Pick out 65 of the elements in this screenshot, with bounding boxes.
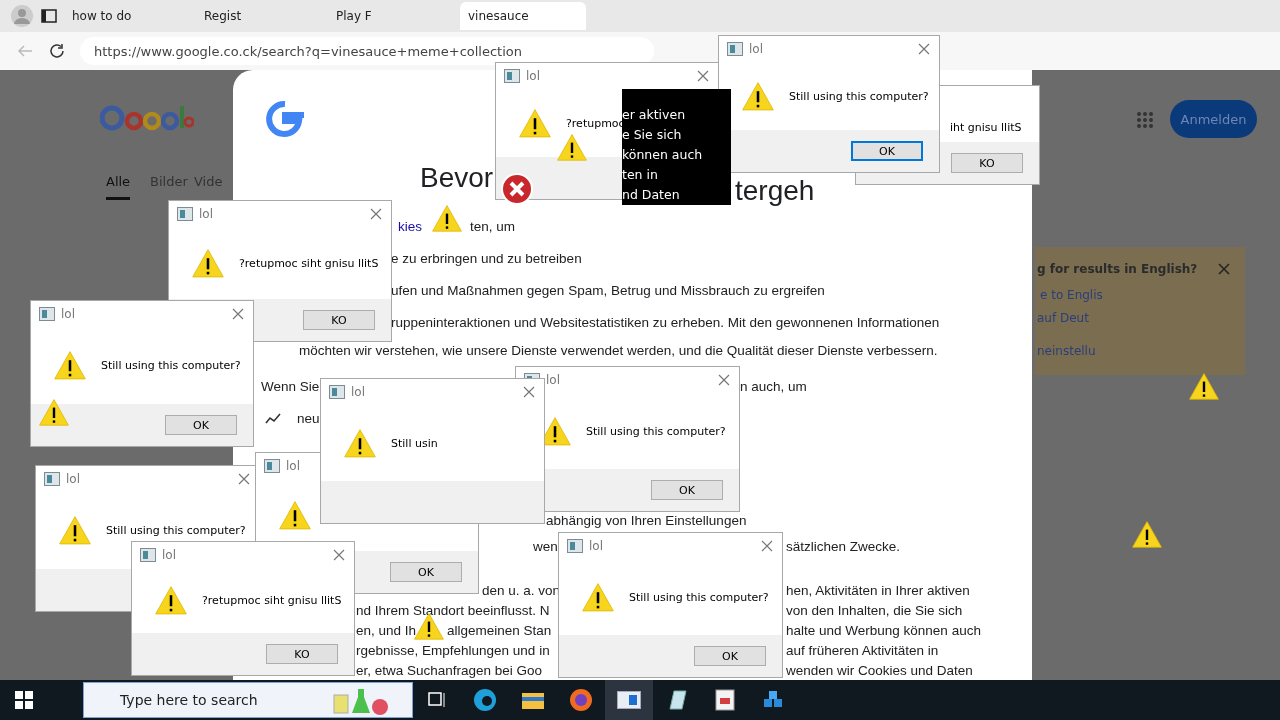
- dialog-title: lol: [749, 42, 764, 56]
- taskbar-search-field[interactable]: Type here to search: [83, 682, 413, 718]
- glitch-text: nd Daten: [622, 186, 681, 204]
- dialog-message: Still using this computer?: [629, 590, 769, 604]
- browser-tab[interactable]: how to do: [64, 2, 190, 30]
- consent-text: n auch, um: [740, 379, 807, 394]
- dialog-title: lol: [589, 539, 604, 553]
- dialog-button[interactable]: OK: [694, 646, 766, 666]
- consent-text: en, und Ih: [356, 623, 417, 638]
- consent-text: e zu erbringen und zu betreiben: [391, 251, 582, 266]
- consent-text: rgebnisse, Empfehlungen und in: [356, 643, 550, 658]
- glitch-text: er aktiven: [622, 106, 687, 124]
- consent-title: Bevor: [420, 162, 494, 194]
- consent-text: wen: [533, 539, 558, 554]
- dialog-message: Still using this computer?: [586, 424, 726, 438]
- dialog-message: Still using this computer?: [789, 89, 929, 103]
- consent-text: ufen und Maßnahmen gegen Spam, Betrug und Missbrauch zu ergreifen: [391, 283, 825, 298]
- dialog-button[interactable]: OK: [651, 480, 723, 500]
- dialog-message: ?retupmoc siht gnisu llitS: [239, 256, 379, 270]
- dialog-title: lol: [66, 472, 81, 486]
- consent-text: neu: [297, 411, 320, 426]
- consent-text: hen, Aktivitäten in Ihrer aktiven: [786, 583, 970, 598]
- consent-text: auf früheren Aktivitäten in: [786, 643, 939, 658]
- consent-text: allgemeinen Stan: [447, 623, 552, 638]
- dialog-message: ?retupmoc siht gnisu llitS: [202, 594, 342, 607]
- browser-tab[interactable]: Play F: [328, 2, 454, 30]
- cookies-link[interactable]: kies: [398, 219, 422, 234]
- dialog-message: iht gnisu llitS: [950, 120, 1022, 134]
- glitch-text: e Sie sich: [622, 126, 683, 144]
- dialog-button[interactable]: OK: [390, 562, 462, 582]
- consent-text: abhängig von Ihren Einstellungen: [546, 513, 747, 528]
- consent-text: er, etwa Suchanfragen bei Goo: [356, 663, 543, 678]
- dialog-button[interactable]: KO: [266, 644, 338, 664]
- consent-text: halte und Werbung können auch: [786, 623, 981, 638]
- consent-text: ruppeninteraktionen und Websitestatistiken zu erheben. Mit den gewonnenen Informationen: [391, 315, 940, 330]
- dialog-title: lol: [162, 548, 177, 562]
- address-bar[interactable]: https://www.google.co.ck/search?q=vinesauce+meme+collection: [80, 37, 654, 65]
- consent-text: wenden wir Cookies und Daten: [786, 663, 973, 678]
- search-placeholder: Type here to search: [120, 692, 258, 708]
- dialog-title: lol: [61, 307, 76, 321]
- consent-text: Wenn Sie: [261, 379, 320, 394]
- dialog-title: lol: [546, 373, 561, 387]
- consent-text: sätzlichen Zwecke.: [786, 539, 901, 554]
- dialog-message: Still using this computer?: [106, 524, 246, 537]
- dialog-title: lol: [199, 207, 214, 221]
- glitch-text: können auch: [622, 146, 704, 164]
- consent-text: möchten wir verstehen, wie unsere Dienste verwendet werden, und die Qualität dieser Dienste verbessern.: [299, 343, 938, 358]
- dialog-title: lol: [286, 459, 301, 473]
- consent-text: nd Ihrem Standort beeinflusst. N: [356, 603, 550, 618]
- glitch-text: ten in: [622, 166, 659, 184]
- dialog-button[interactable]: KO: [303, 310, 375, 330]
- consent-text: ten, um: [470, 219, 516, 234]
- dialog-message: Still usin: [391, 436, 438, 450]
- dialog-button[interactable]: OK: [165, 415, 237, 435]
- dialog-message: Still using this computer?: [101, 359, 241, 372]
- consent-text: von den Inhalten, die Sie sich: [786, 603, 963, 618]
- dialog-button[interactable]: OK: [851, 141, 923, 161]
- dialog-title: lol: [526, 69, 541, 83]
- dialog-title: lol: [351, 385, 366, 399]
- consent-title: tergeh: [735, 175, 815, 207]
- browser-tab[interactable]: vinesauce: [460, 2, 586, 30]
- browser-tab[interactable]: Regist: [196, 2, 322, 30]
- search-tab[interactable]: Alle: [106, 174, 131, 200]
- dialog-button[interactable]: KO: [951, 153, 1023, 173]
- prompt-title: g for results in English?: [1037, 262, 1198, 276]
